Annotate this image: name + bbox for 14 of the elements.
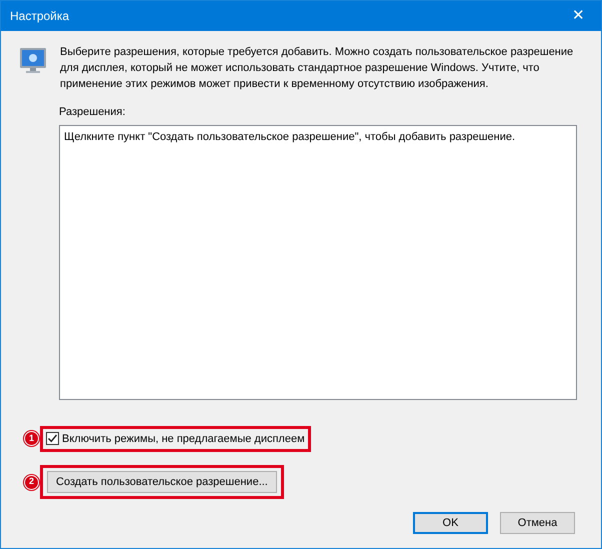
instruction-text: Выберите разрешения, которые требуется добавить. Можно создать пользовательское разрешение для дисплея, который не может использовать стандартное разрешение Windows. Учтите, что применение этих режимов может привести к временному отсутствию изображения. bbox=[60, 45, 574, 92]
window-title: Настройка bbox=[10, 8, 70, 25]
resolutions-label: Разрешения: bbox=[59, 105, 126, 120]
list-hint-text: Щелкните пункт "Создать пользовательское разрешение", чтобы добавить разрешение. bbox=[64, 130, 516, 144]
dialog-button[interactable]: OK bbox=[413, 512, 488, 534]
checkbox[interactable] bbox=[46, 432, 59, 446]
close-button[interactable]: ✕ bbox=[556, 1, 601, 31]
dialog-button[interactable]: Отмена bbox=[500, 512, 575, 534]
checkbox-label[interactable]: Включить режимы, не предлагаемые дисплеем bbox=[62, 430, 305, 447]
annotation-badge: 1 bbox=[24, 431, 39, 446]
resolutions-list[interactable]: Щелкните пункт "Создать пользовательское разрешение", чтобы добавить разрешение. bbox=[59, 124, 577, 400]
create-resolution-button[interactable]: Создать пользовательское разрешение... bbox=[47, 471, 277, 493]
monitor-icon bbox=[18, 46, 48, 76]
annotation-badge: 2 bbox=[24, 474, 39, 490]
